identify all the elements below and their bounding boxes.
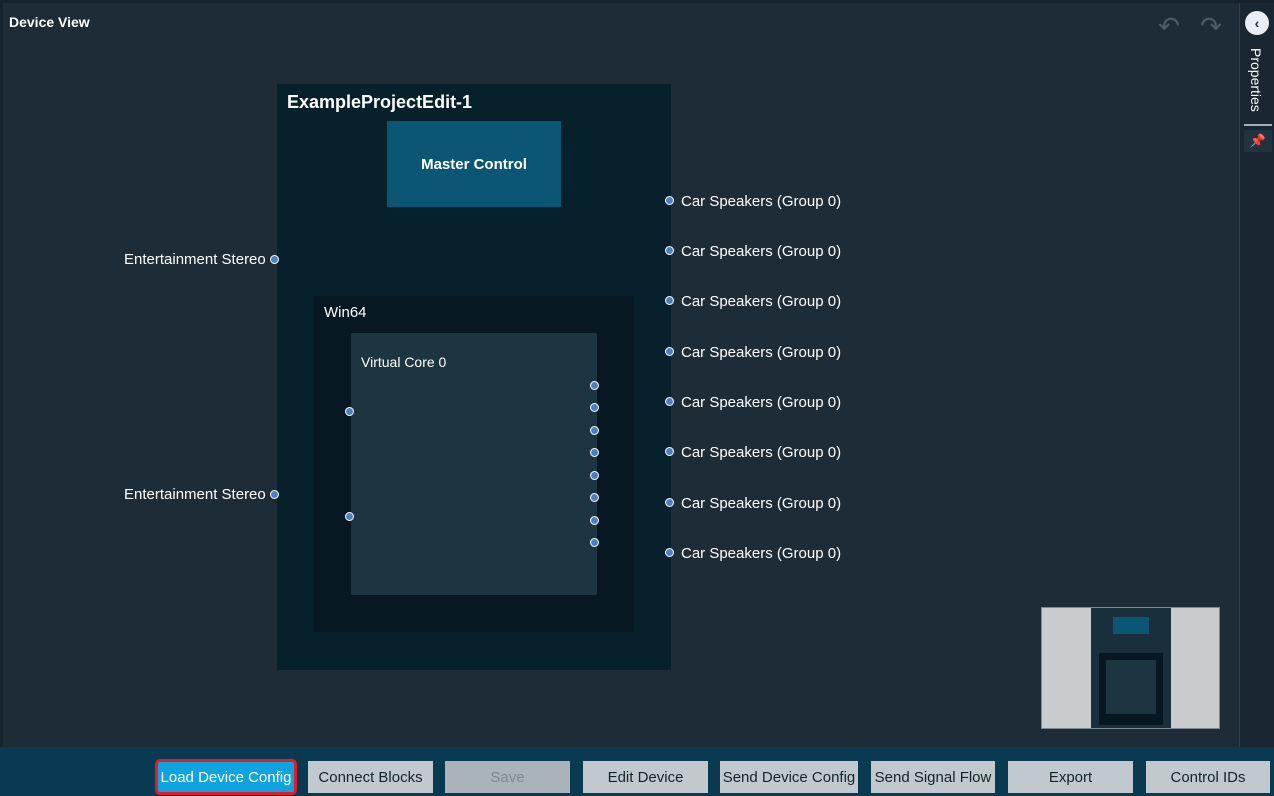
core-output-port[interactable] bbox=[590, 448, 599, 457]
send-device-config-button[interactable]: Send Device Config bbox=[720, 761, 858, 793]
output-port[interactable] bbox=[665, 296, 674, 305]
device-view: Device View ↶ ↷ ‹ Properties 📌 ExamplePr… bbox=[0, 0, 1274, 796]
core-output-port[interactable] bbox=[590, 538, 599, 547]
win64-title: Win64 bbox=[324, 304, 367, 321]
minimap[interactable] bbox=[1041, 607, 1220, 729]
input-port[interactable] bbox=[270, 490, 279, 499]
load-device-config-button[interactable]: Load Device Config bbox=[155, 759, 297, 795]
output-label: Car Speakers (Group 0) bbox=[681, 394, 842, 411]
export-button[interactable]: Export bbox=[1008, 761, 1133, 793]
output-port[interactable] bbox=[665, 498, 674, 507]
output-label: Car Speakers (Group 0) bbox=[681, 495, 842, 512]
redo-icon[interactable]: ↷ bbox=[1197, 12, 1225, 40]
page-title: Device View bbox=[9, 14, 90, 30]
output-label: Car Speakers (Group 0) bbox=[681, 545, 842, 562]
core-output-port[interactable] bbox=[590, 426, 599, 435]
input-label: Entertainment Stereo bbox=[124, 486, 266, 503]
output-port[interactable] bbox=[665, 447, 674, 456]
chevron-left-icon[interactable]: ‹ bbox=[1245, 11, 1269, 35]
output-label: Car Speakers (Group 0) bbox=[681, 293, 842, 310]
core-output-port[interactable] bbox=[590, 403, 599, 412]
output-label: Car Speakers (Group 0) bbox=[681, 243, 842, 260]
output-port[interactable] bbox=[665, 548, 674, 557]
control-ids-button[interactable]: Control IDs bbox=[1146, 761, 1270, 793]
input-port[interactable] bbox=[270, 255, 279, 264]
virtual-core-block[interactable] bbox=[351, 333, 597, 595]
output-label: Car Speakers (Group 0) bbox=[681, 444, 842, 461]
connect-blocks-button[interactable]: Connect Blocks bbox=[308, 761, 433, 793]
core-output-port[interactable] bbox=[590, 471, 599, 480]
core-input-port[interactable] bbox=[345, 407, 354, 416]
minimap-core bbox=[1106, 660, 1156, 714]
pin-icon[interactable]: 📌 bbox=[1244, 130, 1272, 152]
core-output-port[interactable] bbox=[590, 493, 599, 502]
virtual-core-title: Virtual Core 0 bbox=[361, 354, 447, 370]
output-port[interactable] bbox=[665, 196, 674, 205]
undo-icon[interactable]: ↶ bbox=[1155, 12, 1183, 40]
output-port[interactable] bbox=[665, 246, 674, 255]
core-output-port[interactable] bbox=[590, 381, 599, 390]
device-title: ExampleProjectEdit-1 bbox=[287, 92, 473, 112]
master-control-block[interactable]: Master Control bbox=[387, 121, 561, 207]
core-input-port[interactable] bbox=[345, 512, 354, 521]
properties-tab-label: Properties bbox=[1248, 48, 1264, 112]
edit-device-button[interactable]: Edit Device bbox=[583, 761, 708, 793]
core-output-port[interactable] bbox=[590, 516, 599, 525]
output-label: Car Speakers (Group 0) bbox=[681, 344, 842, 361]
send-signal-flow-button[interactable]: Send Signal Flow bbox=[871, 761, 995, 793]
top-border bbox=[0, 0, 1274, 3]
output-port[interactable] bbox=[665, 397, 674, 406]
left-border bbox=[0, 0, 3, 796]
input-label: Entertainment Stereo bbox=[124, 251, 266, 268]
output-port[interactable] bbox=[665, 347, 674, 356]
output-label: Car Speakers (Group 0) bbox=[681, 193, 842, 210]
minimap-master bbox=[1113, 617, 1149, 634]
save-button[interactable]: Save bbox=[445, 761, 570, 793]
